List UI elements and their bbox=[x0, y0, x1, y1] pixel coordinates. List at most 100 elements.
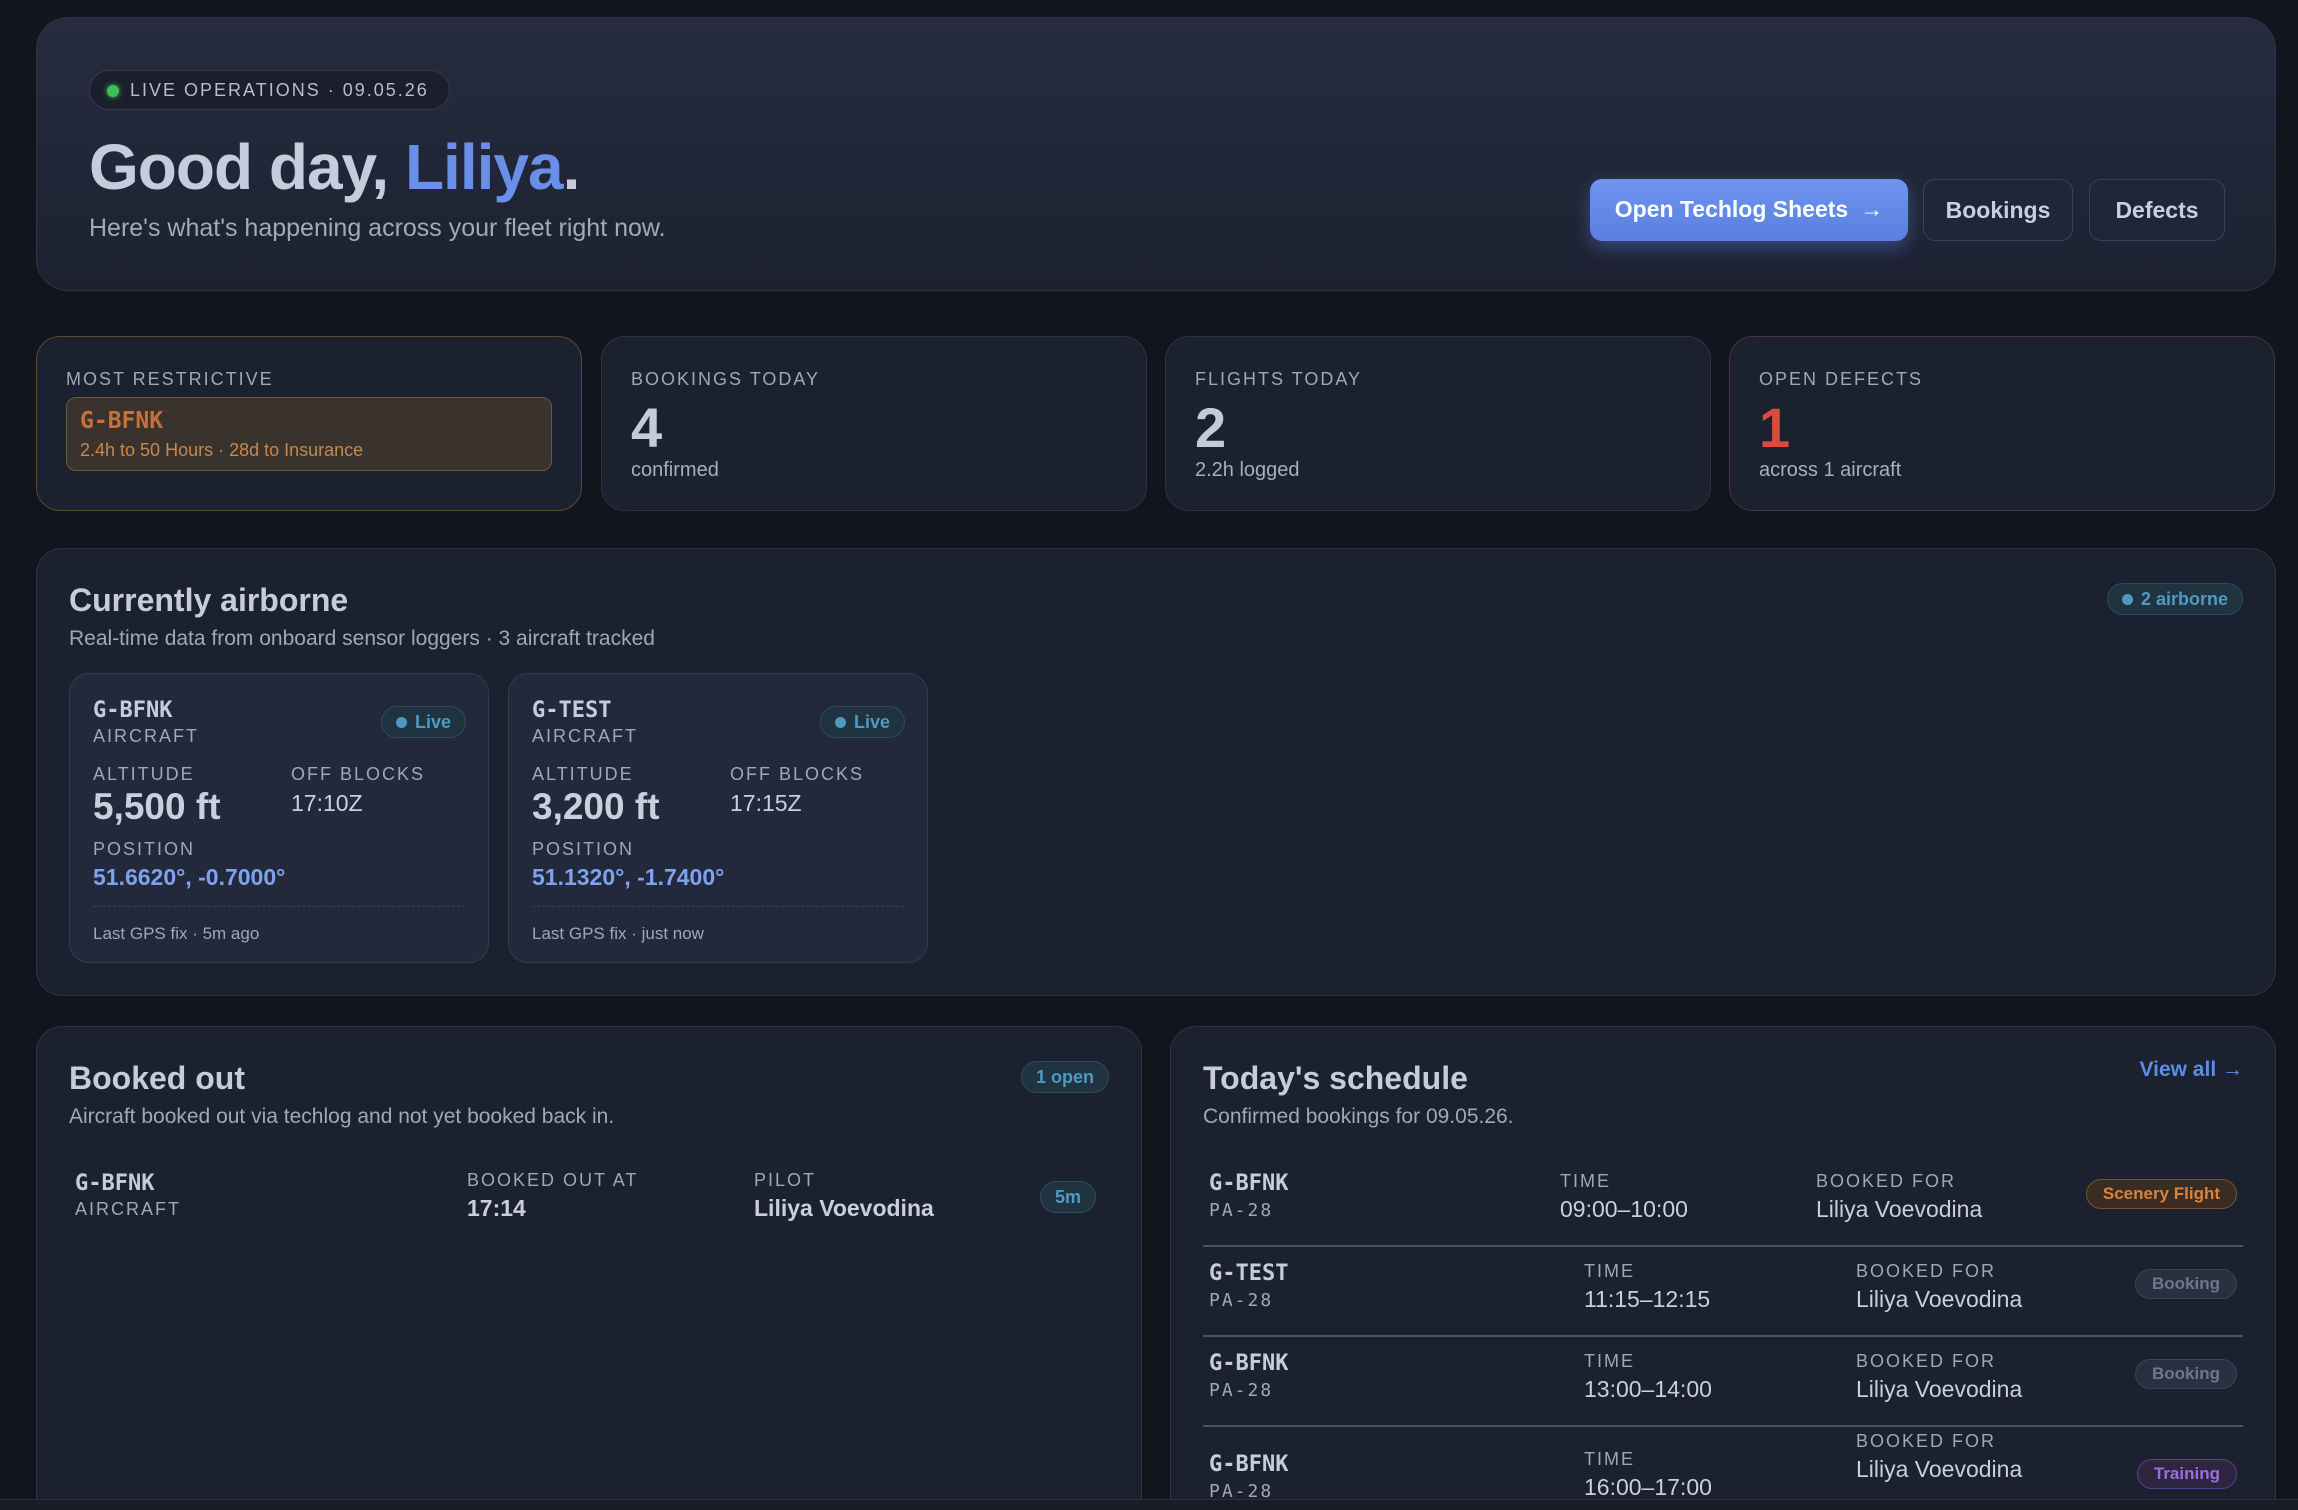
flights-today-label: FLIGHTS TODAY bbox=[1195, 369, 1363, 389]
altitude-label: ALTITUDE bbox=[532, 764, 634, 784]
booked-for-name: Liliya Voevodina bbox=[1856, 1456, 2023, 1482]
live-label: Live bbox=[414, 712, 451, 732]
duration-badge: 5m bbox=[1040, 1181, 1097, 1213]
currently-airborne-section: Currently airborne Real-time data from o… bbox=[36, 548, 2276, 996]
position-label: POSITION bbox=[532, 839, 635, 859]
bookings-button[interactable]: Bookings bbox=[1923, 179, 2073, 241]
open-defects-label: OPEN DEFECTS bbox=[1759, 369, 1924, 389]
gps-fix-text: Last GPS fix · just now bbox=[532, 924, 704, 943]
airborne-count-badge: 2 airborne bbox=[2106, 583, 2243, 615]
flights-today-sub: 2.2h logged bbox=[1195, 459, 1300, 481]
off-blocks-label: OFF BLOCKS bbox=[730, 764, 865, 784]
booking-time: 16:00–17:00 bbox=[1584, 1474, 1712, 1500]
window-bottom-edge bbox=[0, 1499, 2298, 1510]
aircraft-type-label: AIRCRAFT bbox=[93, 726, 199, 746]
status-dot-icon bbox=[834, 717, 846, 728]
booked-out-at-label: BOOKED OUT AT bbox=[467, 1170, 639, 1190]
schedule-title: Today's schedule bbox=[1203, 1060, 1468, 1096]
altitude-value: 5,500 ft bbox=[93, 786, 221, 827]
booked-for-name: Liliya Voevodina bbox=[1856, 1286, 2023, 1312]
position-label: POSITION bbox=[93, 839, 196, 859]
booked-for-label: BOOKED FOR bbox=[1856, 1351, 1997, 1371]
aircraft-type: PA-28 bbox=[1209, 1290, 1274, 1311]
greeting-prefix: Good day, bbox=[89, 131, 405, 203]
aircraft-registration: G-TEST bbox=[532, 698, 612, 723]
hero-subtitle: Here's what's happening across your flee… bbox=[89, 214, 666, 242]
greeting-suffix: . bbox=[562, 131, 581, 203]
flights-today-value: 2 bbox=[1195, 396, 1227, 459]
status-dot-icon bbox=[107, 85, 119, 97]
off-blocks-label: OFF BLOCKS bbox=[291, 764, 426, 784]
bookings-today-sub: confirmed bbox=[631, 459, 719, 481]
live-label: Live bbox=[853, 712, 890, 732]
booking-type-tag: Booking bbox=[2135, 1359, 2237, 1389]
aircraft-registration: G-TEST bbox=[1209, 1261, 1289, 1286]
booking-time: 13:00–14:00 bbox=[1584, 1376, 1712, 1402]
restrictive-registration: G-BFNK bbox=[80, 408, 164, 434]
booking-time: 09:00–10:00 bbox=[1560, 1196, 1688, 1222]
view-all-link[interactable]: View all → bbox=[2140, 1058, 2244, 1082]
user-name: Liliya bbox=[404, 131, 564, 203]
aircraft-registration: G-BFNK bbox=[1209, 1351, 1289, 1376]
booked-for-label: BOOKED FOR bbox=[1816, 1171, 1957, 1191]
booking-type-tag: Scenery Flight bbox=[2085, 1179, 2237, 1209]
pilot-name: Liliya Voevodina bbox=[754, 1195, 934, 1221]
aircraft-card[interactable]: G-TEST AIRCRAFT Live ALTITUDE OFF BLOCKS… bbox=[508, 673, 928, 963]
open-defects-card[interactable]: OPEN DEFECTS 1 across 1 aircraft bbox=[1729, 336, 2275, 511]
aircraft-card[interactable]: G-BFNK AIRCRAFT Live ALTITUDE OFF BLOCKS… bbox=[69, 673, 489, 963]
booked-out-title: Booked out bbox=[69, 1060, 245, 1096]
live-badge: Live bbox=[819, 706, 905, 738]
booked-out-count-badge: 1 open bbox=[1020, 1061, 1109, 1093]
schedule-row[interactable]: G-BFNK PA-28 TIME 09:00–10:00 BOOKED FOR… bbox=[1203, 1157, 2243, 1247]
divider bbox=[93, 906, 465, 907]
gps-fix-text: Last GPS fix · 5m ago bbox=[93, 924, 260, 943]
greeting-heading: Good day, Liliya. bbox=[89, 130, 581, 204]
booked-for-name: Liliya Voevodina bbox=[1856, 1376, 2023, 1402]
altitude-label: ALTITUDE bbox=[93, 764, 195, 784]
schedule-row[interactable]: G-TEST PA-28 TIME 11:15–12:15 BOOKED FOR… bbox=[1203, 1247, 2243, 1337]
restrictive-detail: 2.4h to 50 Hours · 28d to Insurance bbox=[80, 440, 364, 460]
pilot-label: PILOT bbox=[754, 1170, 817, 1190]
bookings-today-value: 4 bbox=[631, 396, 663, 459]
booked-for-label: BOOKED FOR bbox=[1856, 1431, 1997, 1451]
open-defects-value: 1 bbox=[1759, 396, 1791, 459]
time-label: TIME bbox=[1584, 1351, 1635, 1371]
hero-panel: LIVE OPERATIONS · 09.05.26 Good day, Lil… bbox=[36, 17, 2276, 291]
open-defects-sub: across 1 aircraft bbox=[1759, 459, 1902, 481]
flights-today-card[interactable]: FLIGHTS TODAY 2 2.2h logged bbox=[1165, 336, 1711, 511]
most-restrictive-label: MOST RESTRICTIVE bbox=[66, 369, 274, 389]
arrow-right-icon: → bbox=[1860, 196, 1884, 222]
divider bbox=[532, 906, 904, 907]
schedule-row[interactable]: G-BFNK PA-28 TIME 13:00–14:00 BOOKED FOR… bbox=[1203, 1337, 2243, 1427]
aircraft-registration: G-BFNK bbox=[1209, 1171, 1289, 1196]
live-operations-pill: LIVE OPERATIONS · 09.05.26 bbox=[89, 70, 450, 110]
booking-time: 11:15–12:15 bbox=[1584, 1286, 1711, 1312]
status-dot-icon bbox=[2121, 594, 2133, 605]
booked-out-section: Booked out Aircraft booked out via techl… bbox=[36, 1026, 1142, 1510]
schedule-subtitle: Confirmed bookings for 09.05.26. bbox=[1203, 1105, 1514, 1128]
booked-for-name: Liliya Voevodina bbox=[1816, 1196, 1983, 1222]
live-operations-label: LIVE OPERATIONS · 09.05.26 bbox=[130, 80, 429, 100]
aircraft-registration: G-BFNK bbox=[75, 1171, 155, 1196]
time-label: TIME bbox=[1584, 1261, 1635, 1281]
booked-out-time: 17:14 bbox=[467, 1195, 526, 1221]
schedule-row[interactable]: G-BFNK PA-28 TIME 16:00–17:00 BOOKED FOR… bbox=[1203, 1427, 2243, 1510]
booked-for-label: BOOKED FOR bbox=[1856, 1261, 1997, 1281]
time-label: TIME bbox=[1560, 1171, 1611, 1191]
defects-button[interactable]: Defects bbox=[2089, 179, 2225, 241]
open-techlog-sheets-button[interactable]: Open Techlog Sheets → bbox=[1590, 179, 1908, 241]
booking-type-tag: Booking bbox=[2135, 1269, 2237, 1299]
airborne-count-label: 2 airborne bbox=[2140, 589, 2228, 609]
position-value: 51.6620°, -0.7000° bbox=[93, 864, 286, 890]
most-restrictive-card[interactable]: MOST RESTRICTIVE G-BFNK 2.4h to 50 Hours… bbox=[36, 336, 582, 511]
todays-schedule-section: Today's schedule Confirmed bookings for … bbox=[1170, 1026, 2276, 1510]
live-badge: Live bbox=[380, 706, 466, 738]
off-blocks-value: 17:10Z bbox=[291, 790, 363, 816]
aircraft-registration: G-BFNK bbox=[93, 698, 173, 723]
booked-out-subtitle: Aircraft booked out via techlog and not … bbox=[69, 1105, 615, 1128]
bookings-today-card[interactable]: BOOKINGS TODAY 4 confirmed bbox=[601, 336, 1147, 511]
aircraft-type: PA-28 bbox=[1209, 1200, 1274, 1221]
restriction-box: G-BFNK 2.4h to 50 Hours · 28d to Insuran… bbox=[66, 397, 552, 471]
position-value: 51.1320°, -1.7400° bbox=[532, 864, 725, 890]
aircraft-type: PA-28 bbox=[1209, 1380, 1274, 1401]
